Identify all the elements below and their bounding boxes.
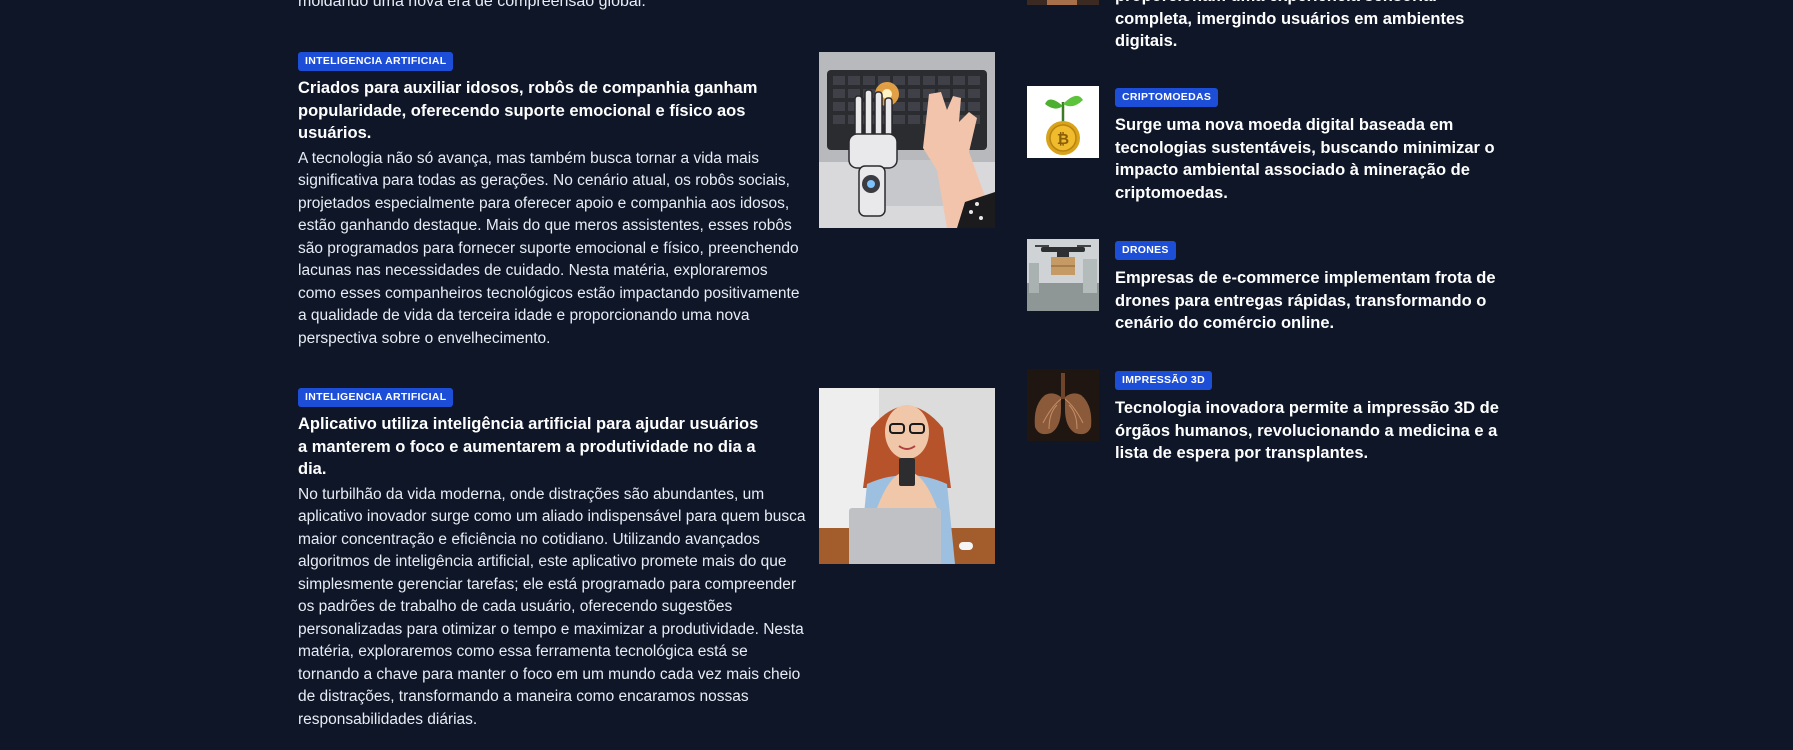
robot-laptop-image — [819, 52, 995, 228]
sidebar-thumbnail-bitcoin-plant[interactable]: ₿ — [1027, 86, 1099, 158]
page: moldando uma nova era de compreensão glo… — [0, 0, 1793, 750]
article-thumbnail-woman-phone[interactable] — [819, 388, 995, 564]
category-badge[interactable]: IMPRESSÃO 3D — [1115, 371, 1212, 390]
article-excerpt: No turbilhão da vida moderna, onde distr… — [298, 485, 806, 728]
category-badge[interactable]: CRIPTOMOEDAS — [1115, 88, 1219, 107]
sidebar-article-title[interactable]: Surge uma nova moeda digital baseada em … — [1115, 114, 1507, 204]
previous-article-body-tail: moldando uma nova era de compreensão glo… — [298, 0, 646, 10]
article-title[interactable]: Criados para auxiliar idosos, robôs de c… — [298, 77, 768, 145]
svg-text:₿: ₿ — [1057, 130, 1069, 148]
sidebar-item: proporcionam uma experiência sensorial c… — [1027, 0, 1507, 50]
category-badge[interactable]: DRONES — [1115, 241, 1176, 260]
sidebar-item: IMPRESSÃO 3D Tecnologia inovadora permit… — [1027, 369, 1507, 469]
sidebar-thumbnail-drone[interactable] — [1027, 239, 1099, 311]
sidebar-thumbnail-3d-lungs[interactable] — [1027, 369, 1099, 441]
sidebar-thumbnail-partial[interactable] — [1027, 0, 1099, 5]
category-badge[interactable]: INTELIGENCIA ARTIFICIAL — [298, 388, 454, 407]
article-card: INTELIGENCIA ARTIFICIAL Criados para aux… — [298, 51, 998, 350]
partial-image — [1027, 0, 1099, 5]
article-title[interactable]: Aplicativo utiliza inteligência artifici… — [298, 413, 768, 481]
sidebar-article-title[interactable]: Empresas de e-commerce implementam frota… — [1115, 267, 1507, 335]
woman-phone-image — [819, 388, 995, 564]
category-badge[interactable]: INTELIGENCIA ARTIFICIAL — [298, 52, 454, 71]
sidebar-article-title[interactable]: proporcionam uma experiência sensorial c… — [1115, 0, 1507, 53]
article-excerpt: A tecnologia não só avança, mas também b… — [298, 149, 800, 347]
delivery-drone-image — [1027, 239, 1099, 311]
sidebar-item: DRONES Empresas de e-commerce implementa… — [1027, 239, 1507, 339]
sidebar-article-title[interactable]: Tecnologia inovadora permite a impressão… — [1115, 397, 1507, 465]
article-thumbnail-robot-laptop[interactable] — [819, 52, 995, 228]
sidebar-item: ₿ CRIPTOMOEDAS Surge uma nova moeda digi… — [1027, 86, 1507, 206]
article-card: INTELIGENCIA ARTIFICIAL Aplicativo utili… — [298, 387, 998, 731]
printed-lungs-image — [1027, 369, 1099, 441]
bitcoin-plant-image: ₿ — [1027, 86, 1099, 158]
